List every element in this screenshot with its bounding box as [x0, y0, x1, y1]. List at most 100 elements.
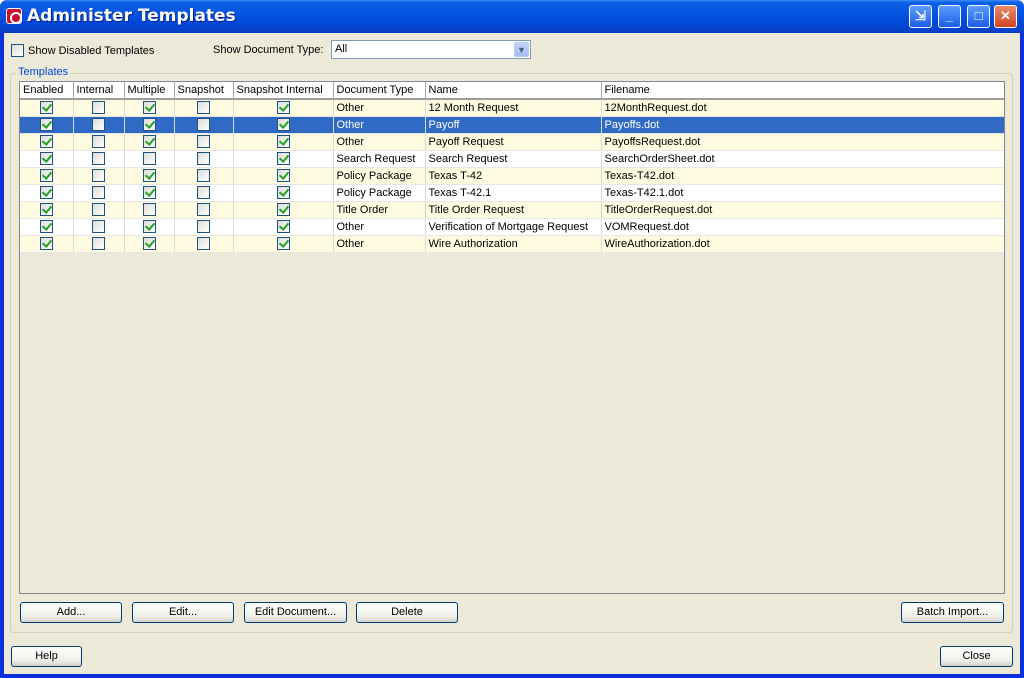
column-header[interactable]: Filename	[601, 82, 1004, 100]
multiple-checkbox[interactable]	[142, 152, 156, 165]
snapshot-checkbox[interactable]	[197, 237, 210, 250]
internal-checkbox[interactable]	[92, 118, 105, 131]
show-disabled-checkbox[interactable]	[11, 44, 24, 57]
checkbox-cell	[73, 116, 125, 134]
checkbox-cell	[174, 150, 234, 168]
multiple-checkbox[interactable]	[142, 101, 156, 115]
document-type-cell: Other	[333, 235, 426, 253]
title-bar[interactable]: Administer Templates ⇲ _ □ ✕	[0, 0, 1024, 33]
column-header[interactable]: Internal	[73, 82, 125, 100]
help-button[interactable]: Help	[11, 646, 82, 667]
minimize-button[interactable]: _	[938, 5, 961, 28]
show-disabled-checkbox-row[interactable]: Show Disabled Templates	[11, 44, 154, 57]
edit-document-button[interactable]: Edit Document...	[244, 602, 347, 623]
table-row[interactable]: Other Verification of Mortgage Request VOM…	[20, 218, 1004, 236]
multiple-checkbox[interactable]	[142, 169, 156, 182]
column-header[interactable]: Document Type	[333, 82, 426, 100]
snapshot-internal-checkbox[interactable]	[276, 152, 290, 165]
internal-checkbox[interactable]	[92, 169, 105, 182]
doc-type-select[interactable]: All ▼	[331, 40, 531, 59]
checkbox-cell	[124, 150, 175, 168]
checkbox-cell	[20, 218, 74, 236]
checkbox-cell	[174, 133, 234, 151]
snapshot-internal-checkbox[interactable]	[276, 186, 290, 199]
checkbox-cell	[73, 99, 125, 117]
enabled-checkbox[interactable]	[39, 237, 53, 250]
internal-checkbox[interactable]	[92, 203, 105, 216]
snapshot-checkbox[interactable]	[197, 101, 210, 115]
table-row[interactable]: Policy Package Texas T-42 Texas-T42.dot	[20, 167, 1004, 185]
multiple-checkbox[interactable]	[142, 237, 156, 250]
checkbox-cell	[73, 184, 125, 202]
close-button[interactable]: Close	[940, 646, 1013, 667]
chevron-down-icon[interactable]: ▼	[514, 42, 529, 57]
enabled-checkbox[interactable]	[39, 203, 53, 216]
filename-cell: 12MonthRequest.dot	[601, 99, 1004, 117]
multiple-checkbox[interactable]	[142, 118, 156, 131]
enabled-checkbox[interactable]	[39, 118, 53, 131]
checkbox-cell	[124, 201, 175, 219]
snapshot-internal-checkbox[interactable]	[276, 118, 290, 131]
column-header[interactable]: Enabled	[20, 82, 74, 100]
enabled-checkbox[interactable]	[39, 101, 53, 115]
snapshot-checkbox[interactable]	[197, 186, 210, 199]
enabled-checkbox[interactable]	[39, 152, 53, 165]
checkbox-cell	[73, 167, 125, 185]
enabled-checkbox[interactable]	[39, 169, 53, 182]
restore-down-icon[interactable]: ⇲	[909, 5, 932, 28]
enabled-checkbox[interactable]	[39, 135, 53, 148]
internal-checkbox[interactable]	[92, 101, 105, 115]
table-row[interactable]: Other Payoff Payoffs.dot	[20, 116, 1004, 134]
templates-grid[interactable]: Enabled Internal Multiple Snapshot Snapshot …	[19, 81, 1005, 594]
snapshot-internal-checkbox[interactable]	[276, 203, 290, 216]
table-row[interactable]: Other Wire Authorization WireAuthorization…	[20, 235, 1004, 253]
internal-checkbox[interactable]	[92, 152, 105, 165]
snapshot-checkbox[interactable]	[197, 203, 210, 216]
enabled-checkbox[interactable]	[39, 186, 53, 199]
table-body: Other 12 Month Request 12MonthRequest.dot O…	[20, 99, 1004, 253]
column-header[interactable]: Snapshot Internal	[233, 82, 334, 100]
document-type-cell: Other	[333, 99, 426, 117]
checkbox-cell	[233, 99, 334, 117]
table-row[interactable]: Policy Package Texas T-42.1 Texas-T42.1.do…	[20, 184, 1004, 202]
snapshot-checkbox[interactable]	[197, 152, 210, 165]
name-cell: 12 Month Request	[425, 99, 602, 117]
templates-table: Enabled Internal Multiple Snapshot Snapshot …	[20, 82, 1004, 253]
column-header[interactable]: Name	[425, 82, 602, 100]
snapshot-internal-checkbox[interactable]	[276, 237, 290, 250]
add-button[interactable]: Add...	[20, 602, 122, 623]
table-row[interactable]: Search Request Search Request SearchOrderS…	[20, 150, 1004, 168]
enabled-checkbox[interactable]	[39, 220, 53, 233]
app-icon[interactable]	[6, 8, 22, 24]
internal-checkbox[interactable]	[92, 237, 105, 250]
checkbox-cell	[20, 150, 74, 168]
snapshot-internal-checkbox[interactable]	[276, 135, 290, 148]
table-row[interactable]: Title Order Title Order Request TitleOrder…	[20, 201, 1004, 219]
multiple-checkbox[interactable]	[142, 186, 156, 199]
column-header[interactable]: Multiple	[124, 82, 175, 100]
snapshot-internal-checkbox[interactable]	[276, 220, 290, 233]
snapshot-checkbox[interactable]	[197, 118, 210, 131]
delete-button[interactable]: Delete	[356, 602, 458, 623]
snapshot-checkbox[interactable]	[197, 169, 210, 182]
checkbox-cell	[20, 235, 74, 253]
snapshot-checkbox[interactable]	[197, 220, 210, 233]
table-row[interactable]: Other 12 Month Request 12MonthRequest.dot	[20, 99, 1004, 117]
internal-checkbox[interactable]	[92, 135, 105, 148]
edit-button[interactable]: Edit...	[132, 602, 234, 623]
multiple-checkbox[interactable]	[142, 203, 156, 216]
snapshot-internal-checkbox[interactable]	[276, 169, 290, 182]
multiple-checkbox[interactable]	[142, 220, 156, 233]
snapshot-internal-checkbox[interactable]	[276, 101, 290, 115]
batch-import-button[interactable]: Batch Import...	[901, 602, 1004, 623]
close-window-button[interactable]: ✕	[994, 5, 1017, 28]
filename-cell: SearchOrderSheet.dot	[601, 150, 1004, 168]
snapshot-checkbox[interactable]	[197, 135, 210, 148]
table-row[interactable]: Other Payoff Request PayoffsRequest.dot	[20, 133, 1004, 151]
multiple-checkbox[interactable]	[142, 135, 156, 148]
maximize-button[interactable]: □	[967, 5, 990, 28]
column-header[interactable]: Snapshot	[174, 82, 234, 100]
internal-checkbox[interactable]	[92, 220, 105, 233]
filename-cell: Texas-T42.1.dot	[601, 184, 1004, 202]
internal-checkbox[interactable]	[92, 186, 105, 199]
